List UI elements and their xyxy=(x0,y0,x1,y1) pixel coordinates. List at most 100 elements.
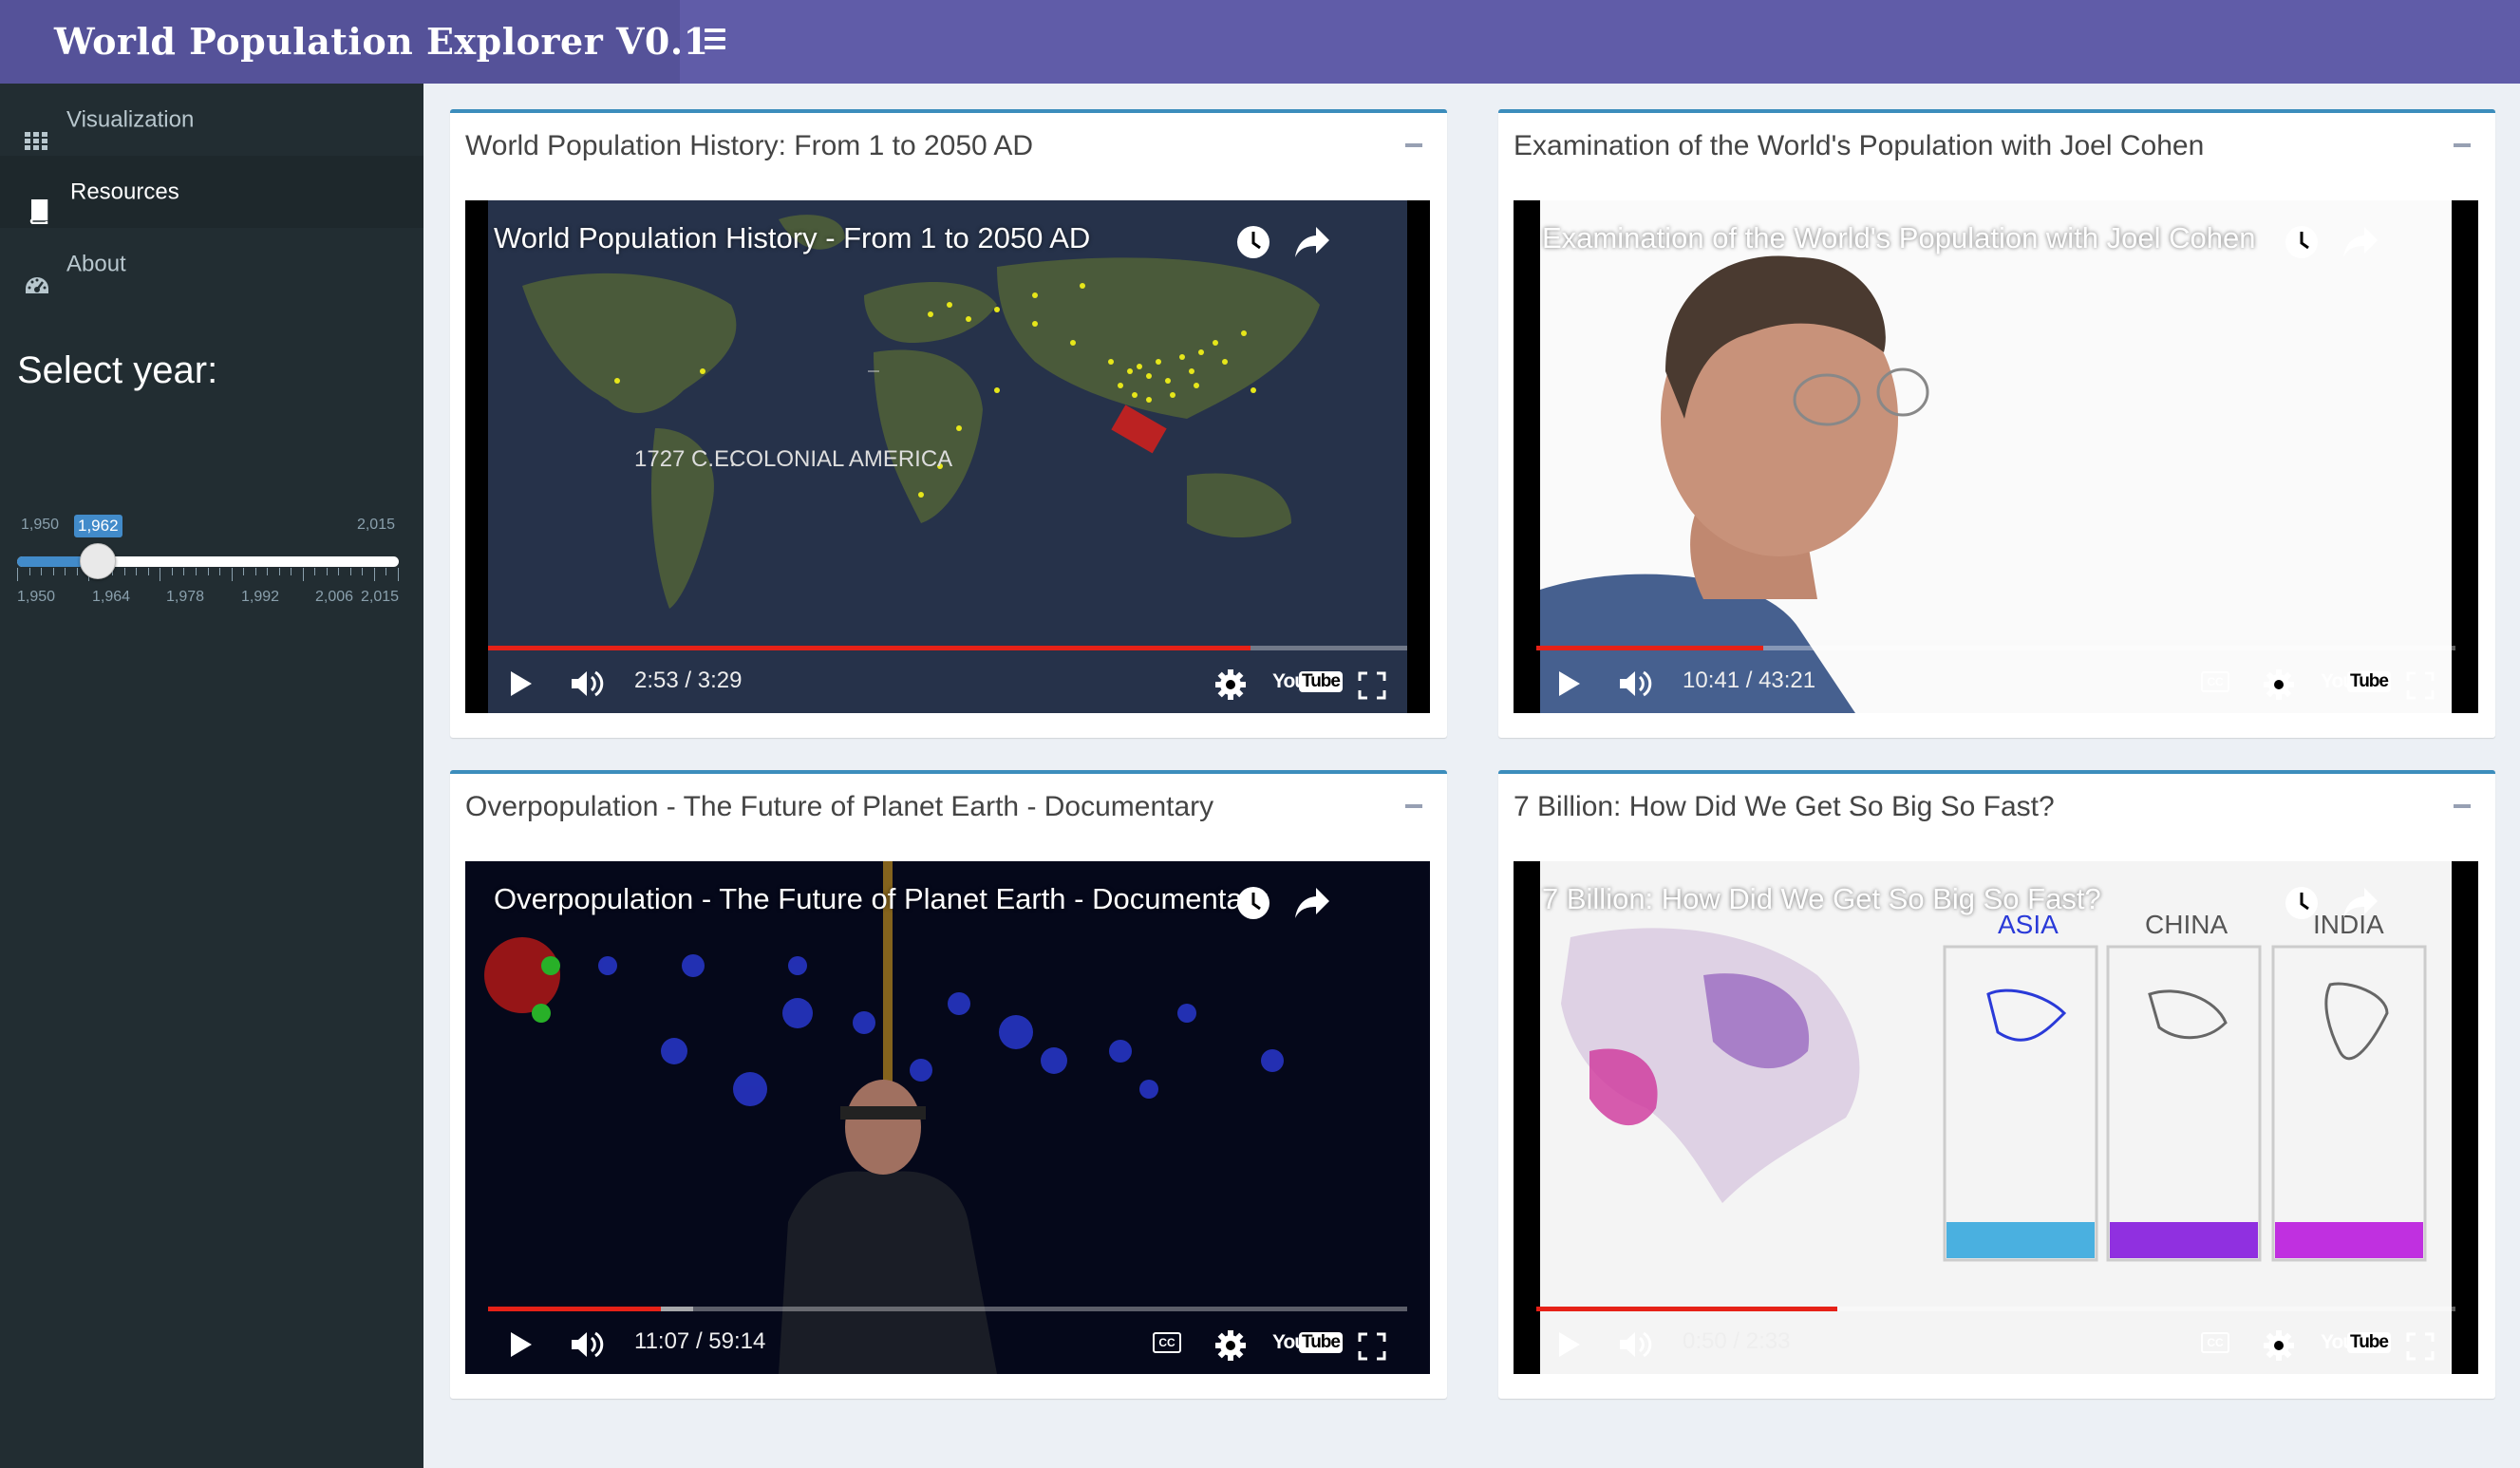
slider-tick xyxy=(124,568,125,575)
slider-tick xyxy=(41,568,42,575)
volume-icon[interactable] xyxy=(1618,669,1654,698)
video-time: 2:53 / 3:29 xyxy=(634,668,743,693)
year-slider-label: Select year: xyxy=(17,349,218,391)
slider-grid-label: 1,978 xyxy=(165,589,205,605)
slider-handle[interactable] xyxy=(80,543,116,579)
share-icon[interactable] xyxy=(2341,225,2379,259)
video-player[interactable]: Overpopulation - The Future of Planet Ea… xyxy=(465,861,1430,1374)
volume-icon[interactable] xyxy=(1618,1330,1654,1359)
video-time: 0:50 / 2:33 xyxy=(1683,1328,1791,1354)
scene-text-year: 1727 C.E. xyxy=(634,446,736,472)
video-time: 10:41 / 43:21 xyxy=(1683,668,1816,693)
slider-tick xyxy=(398,568,399,581)
slider-tick xyxy=(267,568,268,575)
slider-grid-label: 2,006 xyxy=(314,589,354,605)
slider-tick xyxy=(148,568,149,575)
play-icon[interactable] xyxy=(1557,1330,1582,1359)
watch-later-icon[interactable] xyxy=(2283,223,2321,261)
play-icon[interactable] xyxy=(1557,669,1582,698)
sidebar-item-about[interactable]: About xyxy=(0,228,423,300)
video-box: Examination of the World's Population wi… xyxy=(1498,109,2495,738)
book-icon xyxy=(28,181,57,224)
settings-gear-icon[interactable] xyxy=(2264,669,2294,700)
video-box: Overpopulation - The Future of Planet Ea… xyxy=(450,770,1447,1399)
slider-tick xyxy=(314,568,315,575)
video-frame-world-map: 1727 C.E. COLONIAL AMERICA xyxy=(465,200,1430,713)
volume-icon[interactable] xyxy=(570,669,606,698)
slider-tick xyxy=(77,568,78,575)
settings-gear-icon[interactable] xyxy=(2264,1330,2294,1361)
share-icon[interactable] xyxy=(2341,886,2379,920)
slider-tick xyxy=(136,568,137,575)
scene-label-china: CHINA xyxy=(2145,910,2228,939)
sidebar: Visualization Resources About Select yea… xyxy=(0,84,423,1468)
slider-tick xyxy=(232,568,233,581)
fullscreen-icon[interactable] xyxy=(2406,1332,2435,1361)
slider-max-label: 2,015 xyxy=(356,517,395,533)
fullscreen-icon[interactable] xyxy=(1358,671,1386,700)
video-frame-portrait xyxy=(1514,200,2478,713)
slider-tick xyxy=(219,568,220,575)
slider-tick xyxy=(183,568,184,575)
video-frame-presenter xyxy=(465,861,1430,1374)
video-title: 7 Billion: How Did We Get So Big So Fast… xyxy=(1542,882,2101,915)
slider-tick xyxy=(196,568,197,575)
collapse-icon[interactable] xyxy=(1405,143,1422,147)
slider-tick xyxy=(338,568,339,575)
app-title[interactable]: World Population Explorer V0.1 xyxy=(0,0,708,84)
video-frame-asia-glasses: ASIA CHINA INDIA xyxy=(1514,861,2478,1374)
collapse-icon[interactable] xyxy=(2454,143,2471,147)
collapse-icon[interactable] xyxy=(1405,804,1422,808)
video-title: Overpopulation - The Future of Planet Ea… xyxy=(494,882,1268,915)
video-progress-fill xyxy=(1536,646,1763,650)
slider-grid-label: 1,992 xyxy=(240,589,280,605)
slider-tick xyxy=(362,568,363,575)
settings-gear-icon[interactable] xyxy=(1215,669,1246,700)
slider-grid-label: 1,950 xyxy=(16,589,56,605)
cc-icon[interactable]: CC xyxy=(1153,1332,1181,1353)
watch-later-icon[interactable] xyxy=(1234,223,1272,261)
video-player[interactable]: 1727 C.E. COLONIAL AMERICA World Populat… xyxy=(465,200,1430,713)
fullscreen-icon[interactable] xyxy=(1358,1332,1386,1361)
sidebar-item-visualization[interactable]: Visualization xyxy=(0,84,423,156)
watch-later-icon[interactable] xyxy=(2283,884,2321,922)
cc-icon[interactable]: CC xyxy=(2201,1332,2229,1353)
sidebar-item-resources[interactable]: Resources xyxy=(0,156,423,228)
scene-text-era: COLONIAL AMERICA xyxy=(729,446,952,472)
play-icon[interactable] xyxy=(509,669,534,698)
youtube-logo-icon[interactable]: You Tube xyxy=(2321,1330,2391,1355)
slider-tick xyxy=(279,568,280,575)
slider-tick xyxy=(29,568,30,575)
settings-gear-icon[interactable] xyxy=(1215,1330,1246,1361)
youtube-logo-icon[interactable]: You Tube xyxy=(1272,669,1343,694)
year-slider[interactable]: 1,950 1,962 2,015 1,950 1,964 1,978 1,99… xyxy=(17,425,399,605)
video-player[interactable]: Examination of the World's Population wi… xyxy=(1514,200,2478,713)
collapse-icon[interactable] xyxy=(2454,804,2471,808)
video-time: 11:07 / 59:14 xyxy=(634,1328,766,1354)
slider-tick xyxy=(327,568,328,575)
fullscreen-icon[interactable] xyxy=(2406,671,2435,700)
slider-value-label: 1,962 xyxy=(74,515,122,537)
slider-tick xyxy=(172,568,173,575)
sidebar-item-label: Resources xyxy=(70,179,179,205)
watch-later-icon[interactable] xyxy=(1234,884,1272,922)
share-icon[interactable] xyxy=(1293,225,1331,259)
video-progress-fill xyxy=(488,646,1251,650)
volume-icon[interactable] xyxy=(570,1330,606,1359)
hamburger-icon[interactable] xyxy=(705,28,725,55)
video-box: 7 Billion: How Did We Get So Big So Fast… xyxy=(1498,770,2495,1399)
box-title: World Population History: From 1 to 2050… xyxy=(465,130,1034,161)
share-icon[interactable] xyxy=(1293,886,1331,920)
video-title: Examination of the World's Population wi… xyxy=(1542,221,2256,254)
sidebar-item-label: Visualization xyxy=(66,106,195,133)
slider-tick xyxy=(350,568,351,575)
video-player[interactable]: ASIA CHINA INDIA 7 Billion: How Did We G… xyxy=(1514,861,2478,1374)
dashboard-icon xyxy=(25,254,53,293)
play-icon[interactable] xyxy=(509,1330,534,1359)
cc-icon[interactable]: CC xyxy=(2201,671,2229,692)
video-progress-fill xyxy=(1536,1307,1837,1311)
youtube-logo-icon[interactable]: You Tube xyxy=(1272,1330,1343,1355)
youtube-logo-icon[interactable]: You Tube xyxy=(2321,669,2391,694)
box-title: Examination of the World's Population wi… xyxy=(1514,130,2205,161)
slider-tick xyxy=(374,568,375,581)
